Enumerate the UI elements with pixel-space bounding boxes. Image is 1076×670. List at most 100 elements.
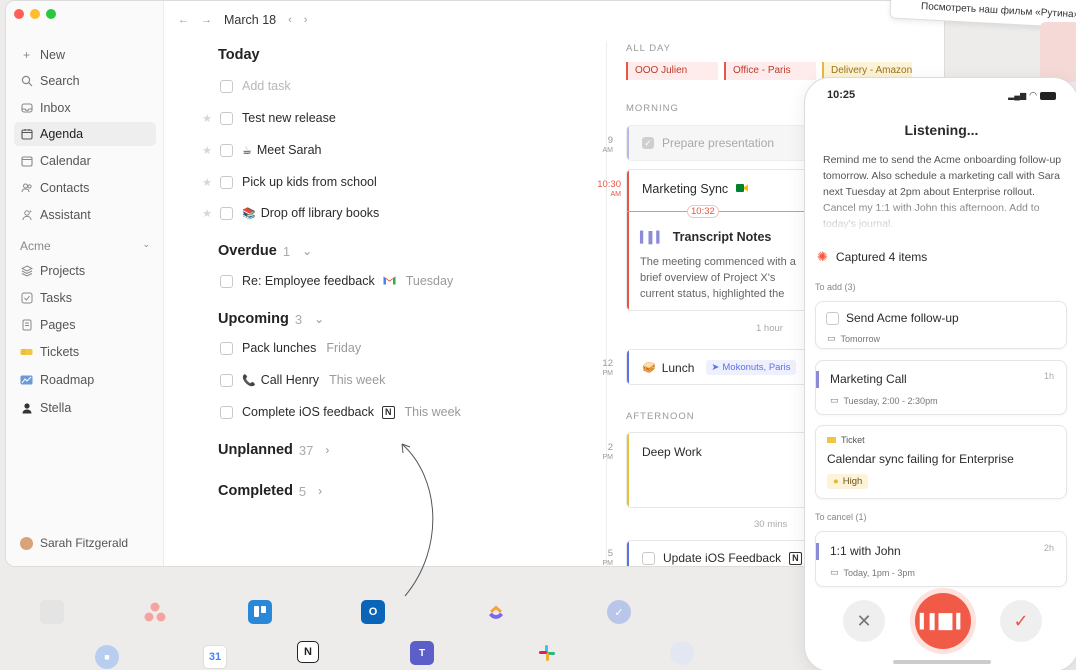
event-marketing-sync[interactable]: Marketing Sync 10:32 ▍▌▍ Transcript Note… <box>626 169 826 311</box>
search-app-icon[interactable] <box>40 600 64 624</box>
sidebar-item-label: Contacts <box>40 181 90 195</box>
star-icon[interactable]: ★ <box>196 207 218 220</box>
cancel-event-card[interactable]: 1:1 with John 2h ▭ Today, 1pm - 3pm <box>815 531 1067 587</box>
star-icon[interactable]: ★ <box>196 176 218 189</box>
unplanned-heading[interactable]: Unplanned 37 › <box>218 442 329 458</box>
asana-icon[interactable] <box>143 600 167 624</box>
sidebar-item-assistant[interactable]: Assistant <box>14 203 156 227</box>
projects-icon <box>20 265 33 278</box>
task-item[interactable]: Re: Employee feedback Tuesday <box>196 271 453 291</box>
chevron-right-icon: › <box>318 484 323 498</box>
all-day-event[interactable]: OOO Julien <box>626 62 718 80</box>
chevron-down-icon: ⌄ <box>302 244 313 258</box>
task-checkbox[interactable] <box>220 175 233 189</box>
star-icon[interactable]: ★ <box>196 112 218 125</box>
battery-icon <box>1040 91 1056 100</box>
task-checkbox[interactable] <box>220 341 233 355</box>
sidebar-item-contacts[interactable]: Contacts <box>14 176 156 200</box>
google-calendar-icon[interactable]: 31 <box>203 645 227 669</box>
add-task-input[interactable]: Add task <box>196 76 291 96</box>
checkbox <box>220 79 233 93</box>
task-checkbox[interactable] <box>826 311 839 325</box>
tasks-icon <box>20 292 33 305</box>
sidebar-item-calendar[interactable]: Calendar <box>14 149 156 173</box>
captured-event-card[interactable]: Marketing Call 1h ▭ Tuesday, 2:00 - 2:30… <box>815 360 1067 415</box>
phone-time: 10:25 <box>827 89 856 101</box>
task-due: Friday <box>326 341 362 355</box>
gap-label: 1 hour <box>756 323 783 334</box>
sidebar-item-pages[interactable]: Pages <box>14 313 156 337</box>
plus-icon: + <box>22 48 30 62</box>
event-lunch[interactable]: 🥪 Lunch ➤ Mokonuts, Paris <box>626 349 826 385</box>
sidebar-item-inbox[interactable]: Inbox <box>14 96 156 120</box>
section-title: Upcoming <box>218 311 289 327</box>
teams-icon[interactable]: T <box>410 641 434 665</box>
voice-record-button[interactable]: ▍▌█▌▍ <box>915 593 971 649</box>
notion-app-icon[interactable]: N <box>297 641 319 663</box>
event-update-ios[interactable]: Update iOS Feedback N <box>626 540 826 566</box>
upcoming-heading[interactable]: Upcoming 3 ⌄ <box>218 311 324 327</box>
slack-icon[interactable] <box>535 641 559 665</box>
clickup-icon[interactable] <box>484 600 508 624</box>
task-checkbox[interactable] <box>220 274 233 288</box>
sidebar-item-tickets[interactable]: Tickets <box>14 340 156 364</box>
task-checkbox[interactable] <box>220 373 233 387</box>
chevron-down-icon: ⌄ <box>142 239 150 249</box>
trello-icon[interactable] <box>248 600 272 624</box>
location-text: Mokonuts, Paris <box>722 362 791 373</box>
books-icon: 📚 <box>242 207 256 220</box>
sidebar-item-label: Search <box>40 74 80 88</box>
sidebar-item-agenda[interactable]: Agenda <box>14 122 156 146</box>
hour-number: 9 <box>607 135 613 146</box>
overdue-heading[interactable]: Overdue 1 ⌄ <box>218 243 312 259</box>
outlook-icon[interactable]: O <box>361 600 385 624</box>
pages-icon <box>20 319 33 332</box>
sidebar-item-new[interactable]: + New <box>14 43 156 67</box>
app-icon[interactable] <box>670 641 694 665</box>
sidebar-item-roadmap[interactable]: Roadmap <box>14 368 156 392</box>
morning-label: MORNING <box>626 103 679 114</box>
maximize-window-button[interactable] <box>46 9 56 19</box>
sidebar-item-projects[interactable]: Projects <box>14 259 156 283</box>
event-deep-work[interactable]: Deep Work <box>626 432 826 508</box>
priority-dot-icon: ● <box>833 476 839 487</box>
task-item[interactable]: ★ Pick up kids from school <box>196 172 377 192</box>
task-item[interactable]: Pack lunches Friday <box>196 338 361 358</box>
user-profile[interactable]: Sarah Fitzgerald <box>20 536 128 550</box>
task-item[interactable]: ★ ☕ Meet Sarah <box>196 140 321 160</box>
task-item[interactable]: ★ 📚 Drop off library books <box>196 203 379 223</box>
captured-task-card[interactable]: Send Acme follow-up ▭ Tomorrow <box>815 301 1067 349</box>
task-checkbox[interactable] <box>220 143 233 157</box>
calendar-icon <box>20 155 33 168</box>
task-checkbox[interactable] <box>220 206 233 220</box>
sidebar-item-label: Calendar <box>40 154 91 168</box>
task-item[interactable]: 📞 Call Henry This week <box>196 370 385 390</box>
task-checkbox[interactable] <box>220 405 233 419</box>
current-time-badge: 10:32 <box>687 205 719 218</box>
confirm-button[interactable]: ✓ <box>1000 600 1042 642</box>
sidebar-item-stella[interactable]: Stella <box>14 396 156 420</box>
priority-badge: ● High <box>827 474 869 489</box>
sidebar: + New Search Inbox Agenda Calendar Conta… <box>6 1 164 566</box>
task-item[interactable]: ★ Test new release <box>196 108 336 128</box>
timeline-divider <box>606 41 607 566</box>
things-icon[interactable]: ✓ <box>607 600 631 624</box>
zoom-icon[interactable]: ■ <box>95 645 119 669</box>
captured-ticket-card[interactable]: Ticket Calendar sync failing for Enterpr… <box>815 425 1067 499</box>
all-day-event[interactable]: Office - Paris <box>724 62 816 80</box>
task-item[interactable]: Complete iOS feedback N This week <box>196 402 461 422</box>
workspace-header[interactable]: Acme ⌄ <box>20 239 150 253</box>
sidebar-item-search[interactable]: Search <box>14 69 156 93</box>
event-checkbox[interactable] <box>642 551 655 565</box>
minimize-window-button[interactable] <box>30 9 40 19</box>
event-prepare-presentation[interactable]: ✓ Prepare presentation <box>626 125 826 161</box>
close-window-button[interactable] <box>14 9 24 19</box>
dismiss-button[interactable]: ✕ <box>843 600 885 642</box>
completed-heading[interactable]: Completed 5 › <box>218 483 322 499</box>
event-title: Prepare presentation <box>662 136 775 150</box>
event-location: ➤ Mokonuts, Paris <box>706 360 796 375</box>
task-checkbox[interactable] <box>220 111 233 125</box>
star-icon[interactable]: ★ <box>196 144 218 157</box>
back-arrow-icon[interactable]: ← <box>178 14 189 26</box>
sidebar-item-tasks[interactable]: Tasks <box>14 286 156 310</box>
